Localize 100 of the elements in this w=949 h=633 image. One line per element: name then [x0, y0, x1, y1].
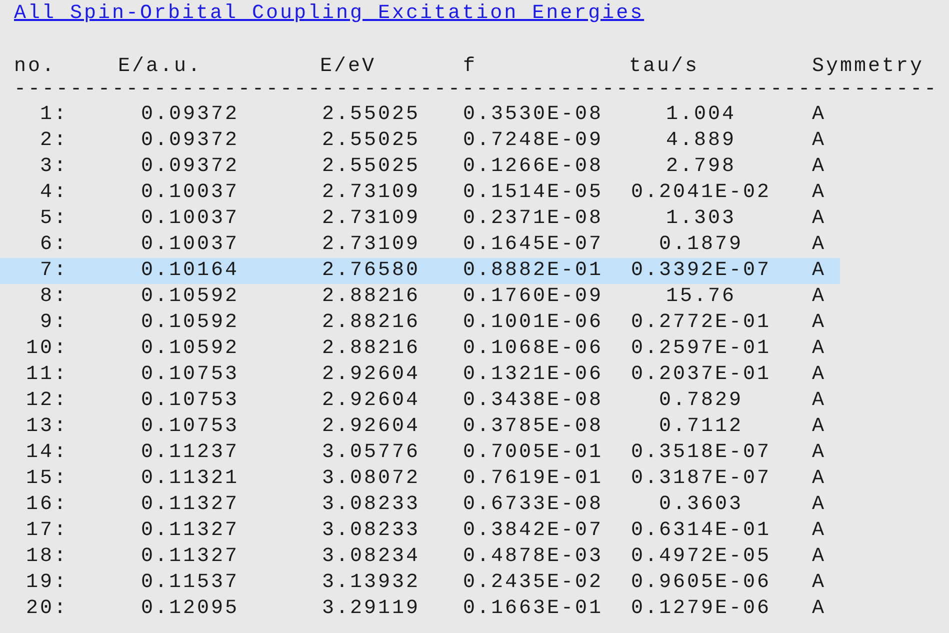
table-cell-text: 0.10592 — [141, 310, 240, 336]
table-cell-text: 0.1514E-05 — [463, 180, 604, 206]
table-cell-text: 0.7112 — [658, 414, 744, 440]
table-cell-text: 0.1266E-08 — [463, 154, 604, 180]
table-cell-text: 1: — [38, 102, 68, 128]
table-cell-text: 2.55025 — [322, 154, 422, 180]
table-cell-text: 0.11237 — [141, 440, 240, 466]
table-cell-text: 2: — [38, 128, 68, 154]
table-cell-text: 0.10037 — [141, 232, 240, 258]
table-cell-text: 0.2371E-08 — [463, 206, 604, 232]
table-cell-text: 3.08234 — [322, 544, 422, 570]
table-cell-text: 0.1663E-01 — [463, 596, 604, 622]
table-cell-text: 0.3438E-08 — [463, 388, 604, 414]
table-cell: A — [812, 102, 826, 128]
table-cell-text: 0.1321E-06 — [463, 362, 604, 388]
table-row[interactable]: 18: 0.11327 3.08234 0.4878E-03 0.4972E-05 A — [0, 544, 840, 570]
table-cell-text: 0.2037E-01 — [630, 362, 772, 388]
column-header: no. — [14, 54, 58, 80]
table-cell-text: 0.1001E-06 — [463, 310, 604, 336]
table-row[interactable]: 16: 0.11327 3.08233 0.6733E-08 0.3603 A — [0, 492, 840, 518]
table-row[interactable]: 14: 0.11237 3.05776 0.7005E-01 0.3518E-07 A — [0, 440, 840, 466]
table-cell-text: 0.10164 — [141, 258, 240, 284]
table-cell-text: 0.10753 — [141, 414, 240, 440]
table-cell-text: 5: — [38, 206, 68, 232]
table-cell-text: 2.92604 — [322, 414, 422, 440]
table-cell: A — [812, 596, 826, 622]
table-cell-text: 0.12095 — [141, 596, 240, 622]
table-row[interactable]: 4: 0.10037 2.73109 0.1514E-05 0.2041E-02 A — [0, 180, 840, 206]
table-cell-text: 10: — [24, 336, 68, 362]
table-cell-text: 20: — [24, 596, 68, 622]
table-cell-text: 0.3842E-07 — [463, 518, 604, 544]
table-cell-text: 0.09372 — [141, 128, 240, 154]
table-row[interactable]: 17: 0.11327 3.08233 0.3842E-07 0.6314E-01 A — [0, 518, 840, 544]
table-cell-text: 17: — [24, 518, 68, 544]
table-cell-text: 2.76580 — [322, 258, 422, 284]
table-cell: A — [812, 492, 826, 518]
column-header: tau/s — [629, 54, 700, 80]
table-row[interactable]: 2: 0.09372 2.55025 0.7248E-09 4.889 A — [0, 128, 840, 154]
table-cell: A — [812, 310, 826, 336]
table-row[interactable]: 20: 0.12095 3.29119 0.1663E-01 0.1279E-06 A — [0, 596, 840, 622]
table-cell-text: 2.88216 — [322, 310, 422, 336]
table-cell-text: 0.10753 — [141, 388, 240, 414]
table-cell-text: 0.3603 — [658, 492, 744, 518]
column-header: f — [463, 54, 478, 80]
table-cell-text: 0.10592 — [141, 284, 240, 310]
table-cell-text: 3.08233 — [322, 492, 422, 518]
table-cell-text: 3.08072 — [322, 466, 422, 492]
title-link[interactable]: All Spin-Orbital Coupling Excitation Energies — [14, 2, 644, 25]
table-cell-text: 2.73109 — [322, 232, 422, 258]
table-cell-text: 0.10037 — [141, 180, 240, 206]
table-row[interactable]: 19: 0.11537 3.13932 0.2435E-02 0.9605E-06 A — [0, 570, 840, 596]
table-cell-text: 0.09372 — [141, 154, 240, 180]
table-row[interactable]: 15: 0.11321 3.08072 0.7619E-01 0.3187E-07 A — [0, 466, 840, 492]
table-cell-text: 2.88216 — [322, 284, 422, 310]
table-cell-text: 1.004 — [664, 102, 737, 128]
table-cell-text: 18: — [24, 544, 68, 570]
table-cell: A — [812, 362, 826, 388]
table-cell-text: 2.798 — [664, 154, 737, 180]
table-cell-text: 11: — [24, 362, 68, 388]
table-cell-text: 14: — [24, 440, 68, 466]
table-row[interactable]: 8: 0.10592 2.88216 0.1760E-09 15.76 A — [0, 284, 840, 310]
table-cell-text: 0.7619E-01 — [463, 466, 604, 492]
table-row[interactable]: 13: 0.10753 2.92604 0.3785E-08 0.7112 A — [0, 414, 840, 440]
table-cell-text: 0.4878E-03 — [463, 544, 604, 570]
table-cell-text: 0.10037 — [141, 206, 240, 232]
table-row[interactable]: 12: 0.10753 2.92604 0.3438E-08 0.7829 A — [0, 388, 840, 414]
table-cell-text: 0.09372 — [141, 102, 240, 128]
table-row[interactable]: 6: 0.10037 2.73109 0.1645E-07 0.1879 A — [0, 232, 840, 258]
table-cell: A — [812, 414, 826, 440]
table-row[interactable]: 11: 0.10753 2.92604 0.1321E-06 0.2037E-01 A — [0, 362, 840, 388]
table-cell-text: 16: — [24, 492, 68, 518]
table-cell-text: 2.88216 — [322, 336, 422, 362]
table-cell: A — [812, 466, 826, 492]
table-cell-text: 0.7829 — [658, 388, 744, 414]
table-cell-text: 0.10592 — [141, 336, 240, 362]
table-row[interactable]: 5: 0.10037 2.73109 0.2371E-08 1.303 A — [0, 206, 840, 232]
table-cell-text: 0.2772E-01 — [630, 310, 772, 336]
table-cell: A — [812, 544, 826, 570]
table-cell-text: 0.3392E-07 — [630, 258, 772, 284]
table-cell-text: 2.73109 — [322, 206, 422, 232]
table-row[interactable]: 1: 0.09372 2.55025 0.3530E-08 1.004 A — [0, 102, 840, 128]
table-row[interactable]: 9: 0.10592 2.88216 0.1001E-06 0.2772E-01 A — [0, 310, 840, 336]
table-cell-text: 0.7005E-01 — [463, 440, 604, 466]
table-cell-text: 2.92604 — [322, 388, 422, 414]
table-cell: A — [812, 284, 826, 310]
table-cell-text: 0.3187E-07 — [630, 466, 772, 492]
column-header: E/a.u. — [118, 54, 204, 80]
table-row[interactable]: 7: 0.10164 2.76580 0.8882E-01 0.3392E-07 A — [0, 258, 840, 284]
column-header: E/eV — [320, 54, 378, 80]
table-cell-text: 0.7248E-09 — [463, 128, 604, 154]
table-cell-text: 0.10753 — [141, 362, 240, 388]
table-cell: A — [812, 232, 826, 258]
table-row[interactable]: 3: 0.09372 2.55025 0.1266E-08 2.798 A — [0, 154, 840, 180]
table-row[interactable]: 10: 0.10592 2.88216 0.1068E-06 0.2597E-01 A — [0, 336, 840, 362]
table-cell-text: 0.6314E-01 — [630, 518, 772, 544]
table-cell-text: 0.1645E-07 — [463, 232, 604, 258]
table-cell-text: 0.4972E-05 — [630, 544, 772, 570]
table-cell-text: 7: — [38, 258, 68, 284]
separator-line: ------------------------------------------------------------------ — [14, 78, 938, 101]
column-header: Symmetry — [812, 54, 924, 80]
